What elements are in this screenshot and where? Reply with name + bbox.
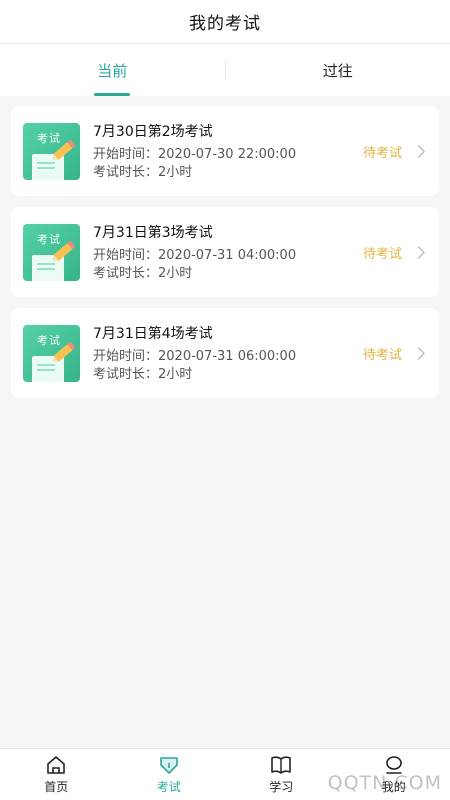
header: 我的考试 (0, 0, 450, 44)
nav-home-label: 首页 (44, 779, 69, 794)
exam-start-time: 开始时间：2020-07-30 22:00:00 (93, 146, 363, 164)
start-time-label: 开始时间： (93, 348, 159, 364)
exam-thumbnail: 考试 (23, 324, 80, 382)
watermark: QQTN.COM (327, 772, 442, 794)
duration-label: 考试时长： (93, 265, 159, 281)
chevron-right-icon (412, 144, 425, 158)
chevron-right-icon (412, 346, 425, 360)
exam-status: 待考试 (362, 246, 402, 262)
exam-thumbnail: 考试 (23, 223, 80, 281)
start-time-label: 开始时间： (93, 146, 159, 162)
nav-study-label: 学习 (269, 779, 294, 794)
exam-info: 7月31日第4场考试 开始时间：2020-07-31 06:00:00 考试时长… (93, 323, 363, 384)
duration-value: 2小时 (158, 164, 193, 180)
tab-past-label: 过往 (322, 61, 353, 80)
nav-study[interactable]: 学习 (225, 749, 338, 800)
exam-icon (159, 756, 178, 774)
exam-name: 7月31日第3场考试 (93, 224, 213, 241)
duration-label: 考试时长： (93, 366, 159, 382)
exam-thumbnail: 考试 (23, 122, 80, 180)
nav-exam-label: 考试 (156, 779, 181, 794)
exam-status: 待考试 (362, 145, 402, 161)
exam-name: 7月31日第4场考试 (93, 325, 213, 342)
nav-exam[interactable]: 考试 (113, 749, 226, 800)
exam-start-time: 开始时间：2020-07-31 04:00:00 (93, 247, 363, 265)
thumbnail-label: 考试 (37, 131, 61, 145)
exam-status: 待考试 (362, 347, 402, 363)
exam-start-time: 开始时间：2020-07-31 06:00:00 (93, 348, 363, 366)
exam-duration: 考试时长：2小时 (93, 366, 363, 384)
exam-duration: 考试时长：2小时 (93, 265, 363, 283)
page-title: 我的考试 (189, 14, 261, 34)
home-icon (47, 755, 66, 774)
tab-bar: 当前 过往 (0, 44, 450, 96)
exam-info: 7月31日第3场考试 开始时间：2020-07-31 04:00:00 考试时长… (93, 222, 363, 283)
exam-card[interactable]: 考试 7月31日第4场考试 开始时间：2020-07-31 06:00:00 考… (11, 308, 439, 398)
start-time-value: 2020-07-31 04:00:00 (158, 247, 297, 263)
exam-duration: 考试时长：2小时 (93, 164, 363, 182)
exam-name: 7月30日第2场考试 (93, 123, 213, 140)
tab-current[interactable]: 当前 (0, 44, 225, 96)
start-time-value: 2020-07-31 06:00:00 (158, 348, 297, 364)
start-time-value: 2020-07-30 22:00:00 (158, 146, 297, 162)
tab-current-label: 当前 (97, 61, 128, 80)
thumbnail-label: 考试 (37, 333, 61, 347)
book-icon (271, 755, 292, 774)
exam-card[interactable]: 考试 7月30日第2场考试 开始时间：2020-07-30 22:00:00 考… (11, 106, 439, 196)
app-root: 我的考试 当前 过往 考试 7月30日第2场考试 开始时间：2020-07-30… (0, 0, 450, 800)
nav-home[interactable]: 首页 (0, 749, 113, 800)
exam-list: 考试 7月30日第2场考试 开始时间：2020-07-30 22:00:00 考… (0, 96, 450, 398)
exam-info: 7月30日第2场考试 开始时间：2020-07-30 22:00:00 考试时长… (93, 121, 363, 182)
duration-label: 考试时长： (93, 164, 159, 180)
duration-value: 2小时 (158, 366, 193, 382)
start-time-label: 开始时间： (93, 247, 159, 263)
chevron-right-icon (412, 245, 425, 259)
thumbnail-label: 考试 (37, 232, 61, 246)
tab-past[interactable]: 过往 (226, 44, 450, 96)
duration-value: 2小时 (158, 265, 193, 281)
exam-card[interactable]: 考试 7月31日第3场考试 开始时间：2020-07-31 04:00:00 考… (11, 207, 439, 297)
